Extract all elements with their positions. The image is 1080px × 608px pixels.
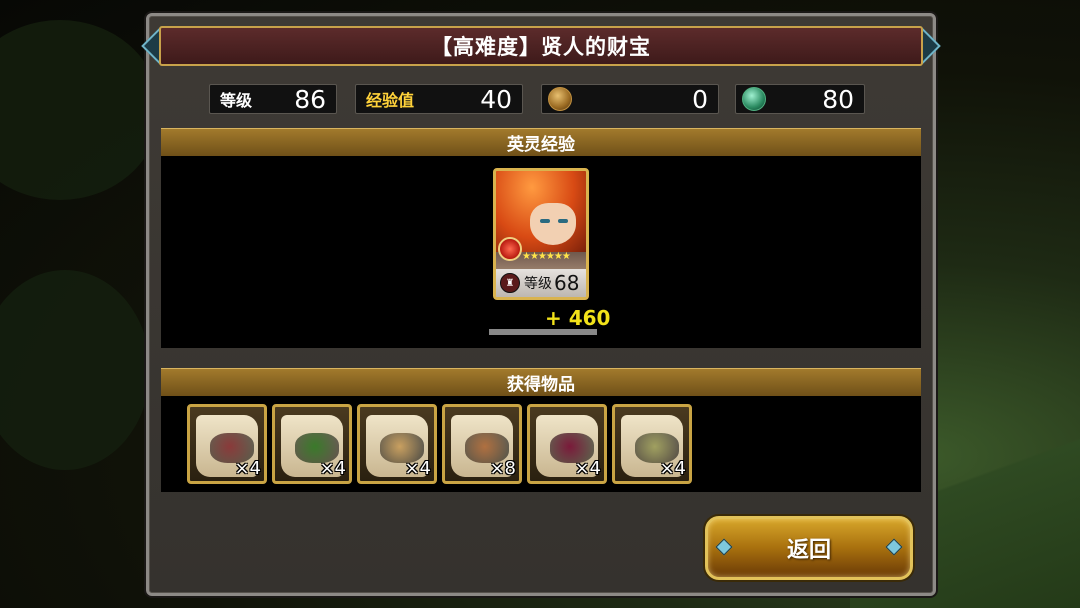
hero-level-bar: ♜ 等级 68 (496, 269, 586, 297)
item-slot[interactable]: ×8 (442, 404, 522, 484)
item-quantity: ×4 (234, 458, 261, 479)
hero-face (530, 203, 576, 245)
page-title: 【高难度】贤人的财宝 (159, 26, 923, 66)
exp-value: 40 (480, 84, 512, 114)
hero-card[interactable]: ★★★★★★ ♜ 等级 68 (493, 168, 589, 300)
hero-exp-header: 英灵经验 (161, 128, 921, 156)
hero-level-label: 等级 (524, 276, 552, 292)
item-quantity: ×4 (574, 458, 601, 479)
item-slot[interactable]: ×4 (272, 404, 352, 484)
ornament-icon (715, 538, 733, 556)
class-icon: ♜ (500, 273, 520, 293)
item-quantity: ×4 (404, 458, 431, 479)
level-label: 等级 (220, 91, 253, 110)
item-slot[interactable]: ×4 (612, 404, 692, 484)
gem-coin-icon (742, 87, 766, 111)
item-quantity: ×4 (319, 458, 346, 479)
level-value: 86 (294, 84, 326, 114)
player-level-box: 等级 86 (209, 84, 337, 114)
item-quantity: ×4 (659, 458, 686, 479)
item-slot[interactable]: ×4 (357, 404, 437, 484)
hero-exp-progress-bar (489, 329, 597, 335)
player-exp-box: 经验值 40 (355, 84, 523, 114)
item-slot[interactable]: ×4 (527, 404, 607, 484)
element-emblem-icon (498, 237, 522, 261)
hero-eye (540, 219, 550, 223)
background-foliage (0, 20, 160, 200)
hero-exp-gain: + 460 (545, 306, 611, 330)
exp-label: 经验值 (366, 91, 415, 110)
gem-value: 80 (822, 84, 854, 114)
return-button-label: 返回 (786, 537, 831, 563)
gold-box: 0 (541, 84, 719, 114)
gem-box: 80 (735, 84, 865, 114)
return-button[interactable]: 返回 (705, 516, 913, 580)
background-foliage (0, 270, 150, 470)
ornament-icon (885, 538, 903, 556)
gold-coin-icon (548, 87, 572, 111)
item-quantity: ×8 (489, 458, 516, 479)
item-slot[interactable]: ×4 (187, 404, 267, 484)
items-header: 获得物品 (161, 368, 921, 396)
hero-eye (558, 219, 568, 223)
hero-level-value: 68 (554, 271, 580, 295)
gold-value: 0 (692, 84, 708, 114)
rarity-stars: ★★★★★★ (522, 251, 571, 262)
result-panel: 【高难度】贤人的财宝 等级 86 经验值 40 0 80 英灵经验 ★★★★★★… (141, 13, 941, 596)
